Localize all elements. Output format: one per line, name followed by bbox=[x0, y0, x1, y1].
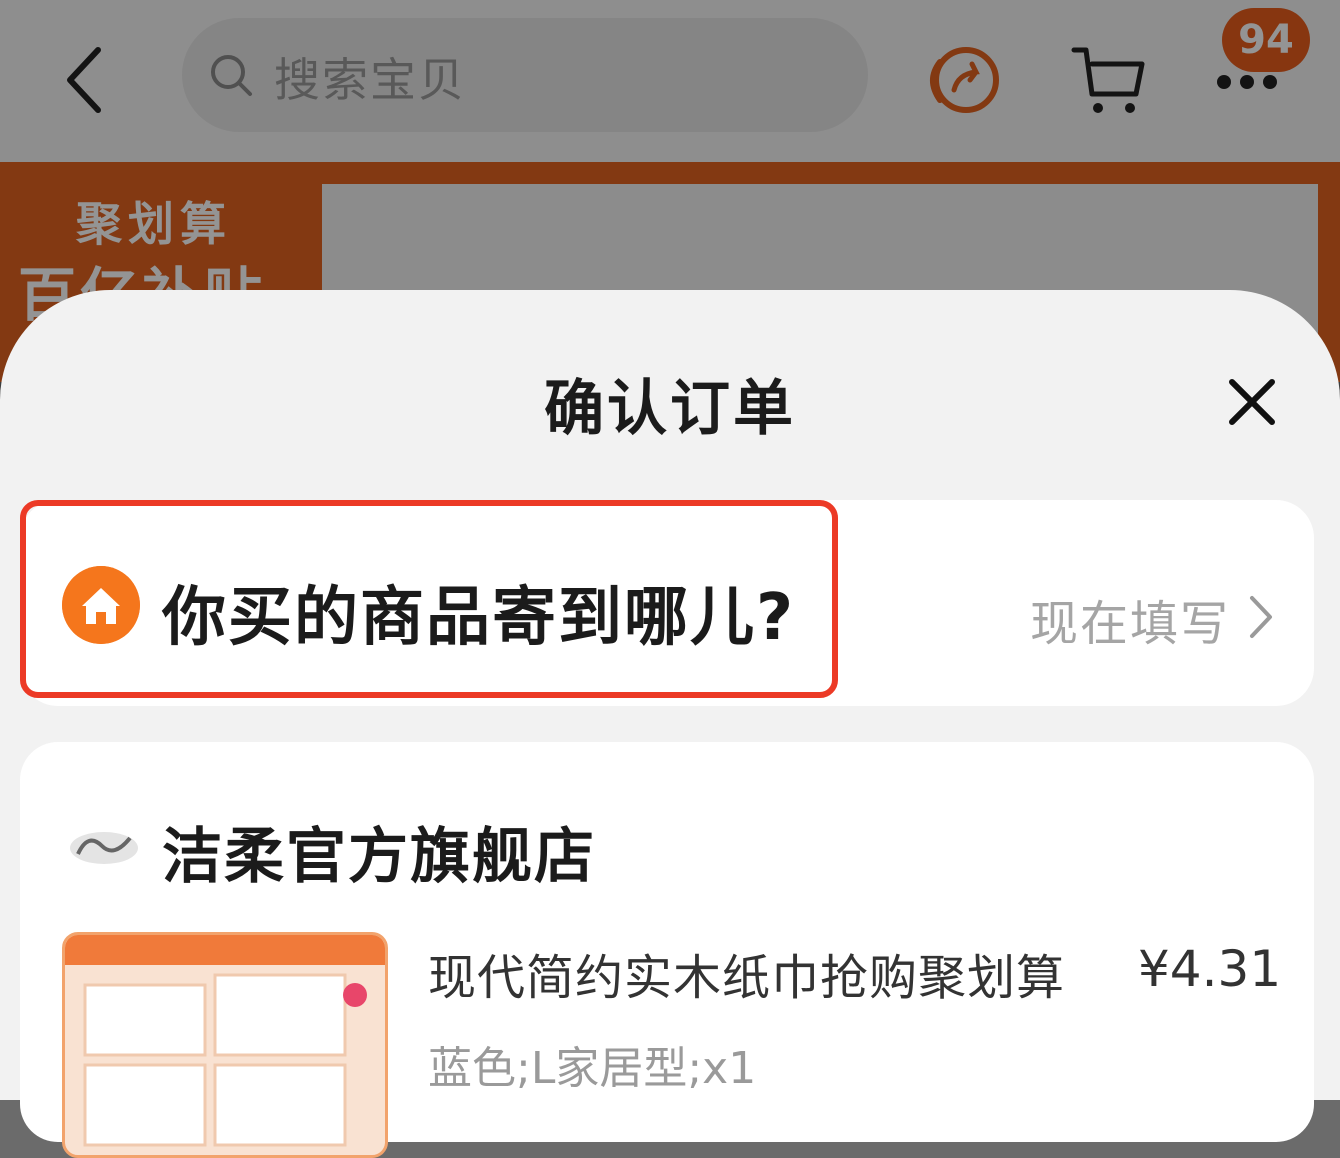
product-price: ¥4.31 bbox=[1138, 940, 1282, 998]
confirm-order-sheet: 确认订单 你买的商品寄到哪儿? 现在填写 洁柔官方旗舰店 现代简约实木纸巾抢购聚… bbox=[0, 290, 1340, 1158]
sheet-title: 确认订单 bbox=[544, 374, 796, 444]
order-item-card: 洁柔官方旗舰店 现代简约实木纸巾抢购聚划算 ¥4.31 蓝色;L家居型;x1 bbox=[20, 742, 1314, 1158]
address-card[interactable]: 你买的商品寄到哪儿? 现在填写 bbox=[20, 500, 1314, 706]
close-icon[interactable] bbox=[1220, 370, 1284, 434]
product-title[interactable]: 现代简约实木纸巾抢购聚划算 bbox=[428, 938, 1065, 1008]
product-image[interactable] bbox=[62, 932, 388, 1158]
product-spec[interactable]: 蓝色;L家居型;x1 bbox=[428, 1032, 756, 1096]
store-name[interactable]: 洁柔官方旗舰店 bbox=[162, 808, 596, 895]
address-prompt: 你买的商品寄到哪儿? bbox=[162, 581, 796, 655]
home-icon bbox=[62, 566, 140, 644]
store-logo bbox=[70, 832, 138, 864]
fill-address-link[interactable]: 现在填写 bbox=[1030, 584, 1230, 654]
chevron-right-icon bbox=[1250, 596, 1272, 638]
